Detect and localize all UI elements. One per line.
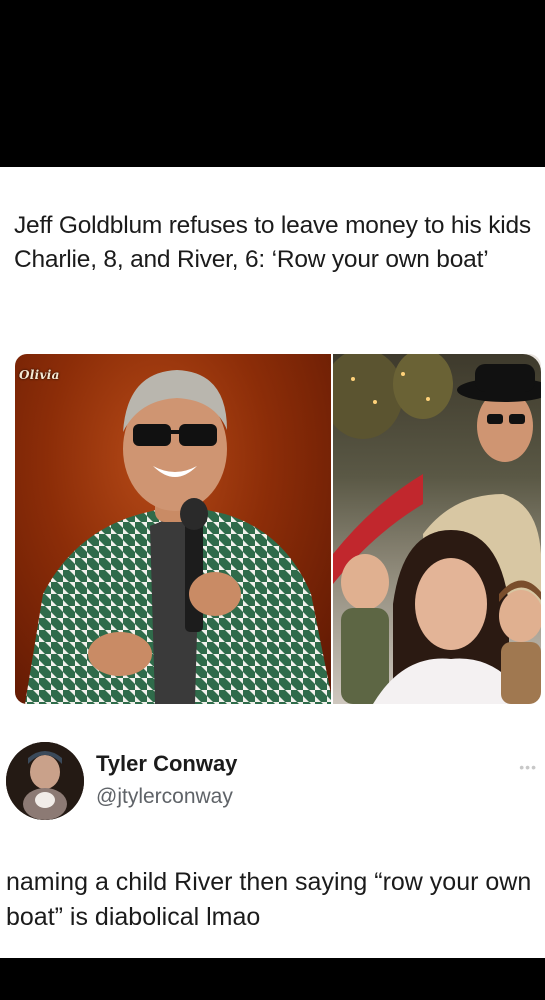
photo-jeff-goldblum-on-stage: Olivia [15,354,333,704]
author-handle[interactable]: @jtylerconway [96,785,233,809]
author-name[interactable]: Tyler Conway [96,751,237,777]
post-card: Jeff Goldblum refuses to leave money to … [0,167,545,958]
stage-photo-illustration [25,370,333,704]
avatar-image [6,742,84,820]
article-headline: Jeff Goldblum refuses to leave money to … [14,212,531,273]
photo-watermark: Olivia [19,368,60,382]
more-options-icon[interactable]: ••• [519,759,537,775]
top-black-bar [0,0,545,167]
photo-family-selfie [323,354,541,704]
article-photo-collage[interactable]: Olivia [15,354,541,704]
tweet-text: naming a child River then saying “row yo… [6,868,532,931]
bottom-black-bar [0,958,545,1000]
author-avatar[interactable] [6,742,84,820]
family-photo-illustration [323,354,541,704]
